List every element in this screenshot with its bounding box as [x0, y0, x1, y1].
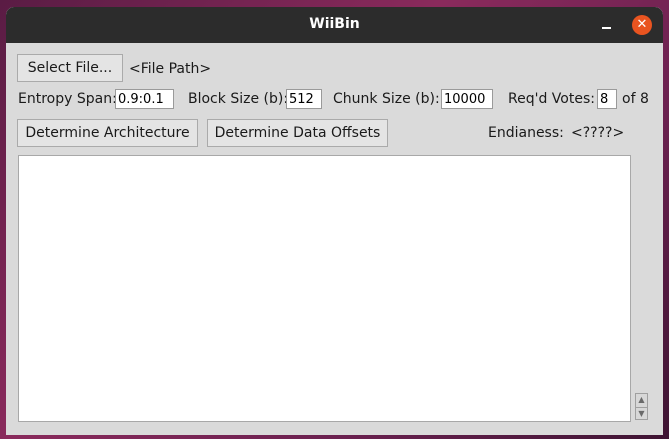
determine-architecture-button[interactable]: Determine Architecture: [17, 119, 198, 147]
determine-data-offsets-button[interactable]: Determine Data Offsets: [207, 119, 388, 147]
block-size-field[interactable]: [286, 89, 322, 109]
close-button[interactable]: ✕: [632, 15, 652, 35]
endianess-label: Endianess:: [488, 125, 564, 141]
triangle-up-icon[interactable]: ▲: [636, 394, 647, 406]
title-bar[interactable]: WiiBin ✕: [6, 7, 663, 43]
minimize-button[interactable]: [597, 15, 617, 35]
minimize-icon: [602, 27, 611, 29]
select-file-button[interactable]: Select File...: [17, 54, 123, 82]
window-title: WiiBin: [309, 16, 360, 32]
scroll-spinner[interactable]: ▲ ▼: [635, 393, 648, 420]
votes-label: Req'd Votes:: [508, 91, 595, 107]
close-icon: ✕: [636, 17, 648, 32]
block-size-label: Block Size (b):: [188, 91, 289, 107]
entropy-span-field[interactable]: [115, 89, 174, 109]
chunk-size-field[interactable]: [441, 89, 493, 109]
triangle-down-icon[interactable]: ▼: [636, 407, 647, 420]
output-text-area[interactable]: [18, 155, 631, 422]
chunk-size-label: Chunk Size (b):: [333, 91, 440, 107]
votes-field[interactable]: [597, 89, 617, 109]
votes-total-label: of 8: [622, 91, 649, 107]
endianess-value: <????>: [571, 125, 625, 141]
app-window: WiiBin ✕ Select File... <File Path> Entr…: [6, 7, 663, 435]
entropy-span-label: Entropy Span:: [18, 91, 117, 107]
file-path-label: <File Path>: [129, 61, 212, 77]
